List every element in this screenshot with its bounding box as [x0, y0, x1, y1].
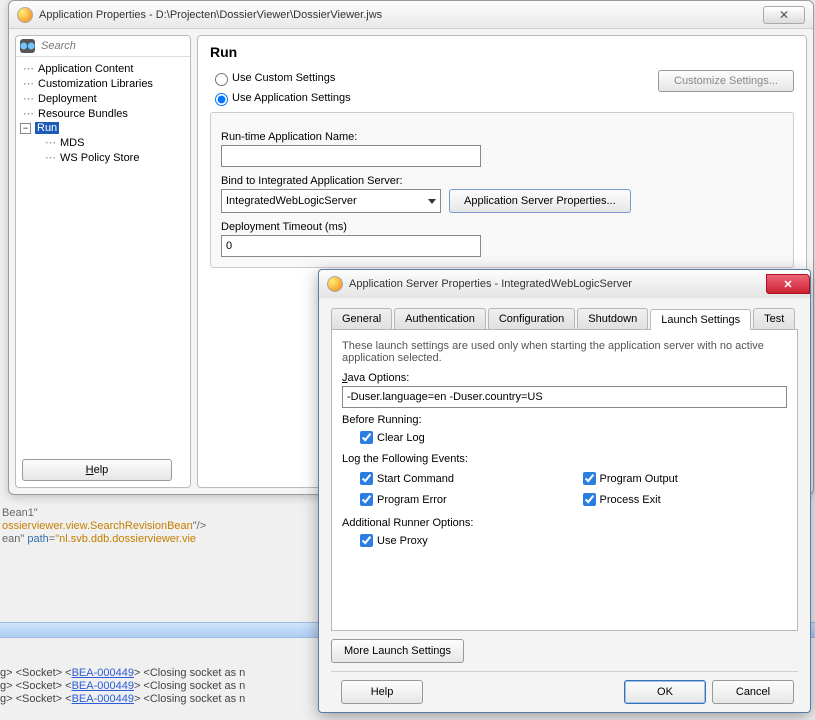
- tree-expander[interactable]: −: [20, 123, 31, 134]
- tab-general[interactable]: General: [331, 308, 392, 329]
- tab-launch-settings[interactable]: Launch Settings: [650, 309, 751, 330]
- clear-log-checkbox[interactable]: Clear Log: [356, 428, 787, 447]
- radio-custom-settings[interactable]: Use Custom Settings: [210, 70, 658, 86]
- cancel-button[interactable]: Cancel: [712, 680, 794, 704]
- help-button[interactable]: Help: [22, 459, 172, 481]
- bind-server-label: Bind to Integrated Application Server:: [221, 175, 783, 187]
- tree-item[interactable]: ⋯WS Policy Store: [40, 150, 188, 165]
- runtime-name-label: Run-time Application Name:: [221, 131, 783, 143]
- additional-runner-label: Additional Runner Options:: [342, 517, 787, 529]
- dialog-title: Application Server Properties - Integrat…: [349, 278, 632, 290]
- log-events-label: Log the Following Events:: [342, 453, 787, 465]
- close-button[interactable]: ✕: [766, 274, 810, 294]
- before-running-label: Before Running:: [342, 414, 787, 426]
- dialog-help-button[interactable]: Help: [341, 680, 423, 704]
- program-error-checkbox[interactable]: Program Error: [356, 490, 565, 509]
- start-command-checkbox[interactable]: Start Command: [356, 469, 565, 488]
- java-options-input[interactable]: [342, 386, 787, 408]
- chevron-down-icon: [428, 199, 436, 204]
- java-options-label: Java Options:: [342, 372, 787, 384]
- customize-settings-button: Customize Settings...: [658, 70, 794, 92]
- hint-text: These launch settings are used only when…: [342, 340, 787, 364]
- use-proxy-checkbox[interactable]: Use Proxy: [356, 531, 787, 550]
- program-output-checkbox[interactable]: Program Output: [579, 469, 788, 488]
- tree-item[interactable]: ⋯MDS: [40, 135, 188, 150]
- search-input[interactable]: [39, 39, 186, 53]
- launch-settings-pane: These launch settings are used only when…: [331, 330, 798, 631]
- search-icon: [20, 39, 35, 53]
- tree-item[interactable]: ⋯Resource Bundles: [18, 106, 188, 121]
- tab-bar: General Authentication Configuration Shu…: [331, 308, 798, 330]
- tab-shutdown[interactable]: Shutdown: [577, 308, 648, 329]
- process-exit-checkbox[interactable]: Process Exit: [579, 490, 788, 509]
- nav-tree[interactable]: ⋯Application Content ⋯Customization Libr…: [16, 57, 190, 452]
- window-icon: [17, 7, 33, 23]
- bind-server-select[interactable]: IntegratedWebLogicServer: [221, 189, 441, 213]
- app-server-properties-button[interactable]: Application Server Properties...: [449, 189, 631, 213]
- tree-item[interactable]: ⋯Application Content: [18, 61, 188, 76]
- page-heading: Run: [210, 44, 794, 60]
- tab-test[interactable]: Test: [753, 308, 795, 329]
- ok-button[interactable]: OK: [624, 680, 706, 704]
- dialog-titlebar[interactable]: Application Server Properties - Integrat…: [319, 270, 810, 298]
- close-button[interactable]: ✕: [763, 6, 805, 24]
- radio-application-settings[interactable]: Use Application Settings: [210, 90, 658, 106]
- window-title: Application Properties - D:\Projecten\Do…: [39, 9, 382, 21]
- left-panel: ⋯Application Content ⋯Customization Libr…: [15, 35, 191, 488]
- tree-item-run[interactable]: − Run: [18, 121, 188, 135]
- more-launch-settings-button[interactable]: More Launch Settings: [331, 639, 464, 663]
- runtime-name-input[interactable]: [221, 145, 481, 167]
- tree-item[interactable]: ⋯Deployment: [18, 91, 188, 106]
- titlebar[interactable]: Application Properties - D:\Projecten\Do…: [9, 1, 813, 29]
- window-icon: [327, 276, 343, 292]
- settings-group: Run-time Application Name: Bind to Integ…: [210, 112, 794, 268]
- app-server-properties-dialog: Application Server Properties - Integrat…: [318, 269, 811, 713]
- tab-authentication[interactable]: Authentication: [394, 308, 486, 329]
- timeout-label: Deployment Timeout (ms): [221, 221, 783, 233]
- tab-configuration[interactable]: Configuration: [488, 308, 575, 329]
- timeout-input[interactable]: [221, 235, 481, 257]
- background-log: g> <Socket> <BEA-000449> <Closing socket…: [0, 666, 245, 705]
- tree-item[interactable]: ⋯Customization Libraries: [18, 76, 188, 91]
